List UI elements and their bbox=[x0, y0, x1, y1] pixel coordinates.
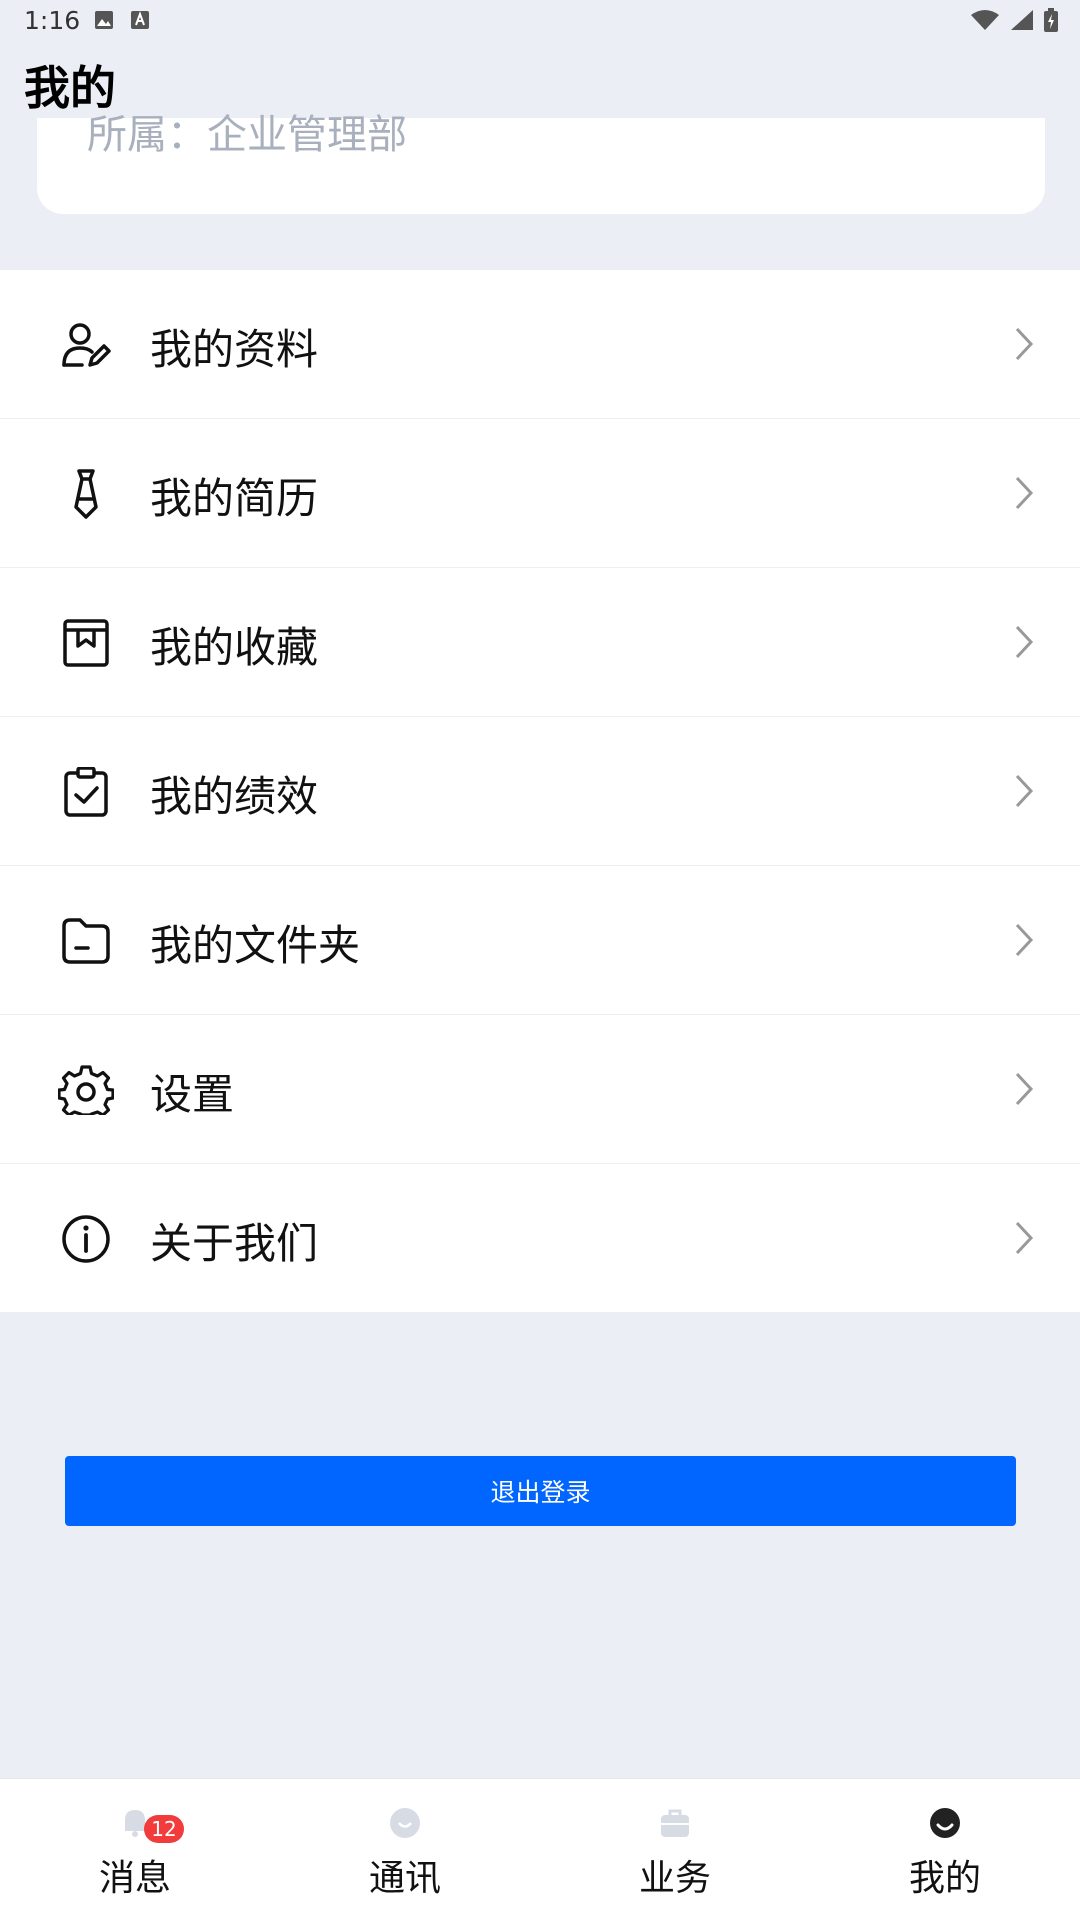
chevron-right-icon bbox=[1015, 476, 1034, 510]
menu-item-folder[interactable]: 我的文件夹 bbox=[0, 866, 1080, 1015]
nav-label: 我的 bbox=[908, 1858, 981, 1899]
status-time: 1:16 bbox=[24, 6, 81, 35]
battery-icon bbox=[1044, 8, 1058, 32]
user-edit-icon bbox=[62, 323, 111, 367]
contacts-icon bbox=[390, 1808, 420, 1838]
chevron-right-icon bbox=[1015, 1072, 1034, 1106]
status-bar: 1:16 bbox=[0, 0, 1080, 44]
department-label: 所属：企业管理部 bbox=[87, 112, 407, 158]
unread-badge: 12 bbox=[144, 1815, 184, 1843]
briefcase-icon bbox=[661, 1809, 689, 1837]
image-icon bbox=[95, 11, 113, 29]
nav-label: 通讯 bbox=[368, 1858, 441, 1899]
nav-label: 业务 bbox=[638, 1858, 711, 1899]
bottom-nav: 12 消息 通讯 业务 我的 bbox=[0, 1778, 1080, 1921]
nav-label: 消息 bbox=[98, 1858, 171, 1899]
menu-item-label: 我的收藏 bbox=[150, 623, 319, 672]
menu-item-label: 我的文件夹 bbox=[150, 921, 361, 970]
tab-mine[interactable]: 我的 bbox=[810, 1779, 1080, 1921]
menu-list: 我的资料 我的简历 我的收藏 我的绩效 我的文件夹 设置 关于我们 bbox=[0, 270, 1080, 1312]
tab-contacts[interactable]: 通讯 bbox=[270, 1779, 540, 1921]
menu-item-resume[interactable]: 我的简历 bbox=[0, 419, 1080, 568]
menu-item-label: 我的资料 bbox=[150, 325, 319, 374]
menu-item-favorites[interactable]: 我的收藏 bbox=[0, 568, 1080, 717]
menu-item-label: 我的绩效 bbox=[150, 772, 319, 821]
menu-item-label: 关于我们 bbox=[150, 1219, 319, 1268]
chevron-right-icon bbox=[1015, 1221, 1034, 1255]
favorites-box-icon bbox=[63, 619, 109, 667]
menu-item-settings[interactable]: 设置 bbox=[0, 1015, 1080, 1164]
profile-icon bbox=[930, 1808, 960, 1838]
menu-item-performance[interactable]: 我的绩效 bbox=[0, 717, 1080, 866]
profile-card: 所属：企业管理部 bbox=[37, 112, 1045, 214]
a-notification-icon bbox=[131, 11, 149, 29]
menu-item-label: 设置 bbox=[150, 1070, 235, 1119]
info-icon bbox=[62, 1215, 110, 1263]
tab-messages[interactable]: 12 消息 bbox=[0, 1779, 270, 1921]
menu-item-label: 我的简历 bbox=[150, 474, 319, 523]
menu-item-about[interactable]: 关于我们 bbox=[0, 1164, 1080, 1312]
logout-button[interactable]: 退出登录 bbox=[65, 1456, 1016, 1526]
tab-business[interactable]: 业务 bbox=[540, 1779, 810, 1921]
chevron-right-icon bbox=[1015, 327, 1034, 361]
gear-icon bbox=[58, 1065, 114, 1115]
wifi-icon bbox=[971, 10, 999, 30]
clipboard-check-icon bbox=[64, 767, 108, 817]
menu-item-profile[interactable]: 我的资料 bbox=[0, 270, 1080, 419]
signal-icon bbox=[1011, 10, 1033, 30]
chevron-right-icon bbox=[1015, 923, 1034, 957]
tie-icon bbox=[74, 469, 98, 519]
folder-icon bbox=[62, 918, 110, 964]
chevron-right-icon bbox=[1015, 625, 1034, 659]
chevron-right-icon bbox=[1015, 774, 1034, 808]
